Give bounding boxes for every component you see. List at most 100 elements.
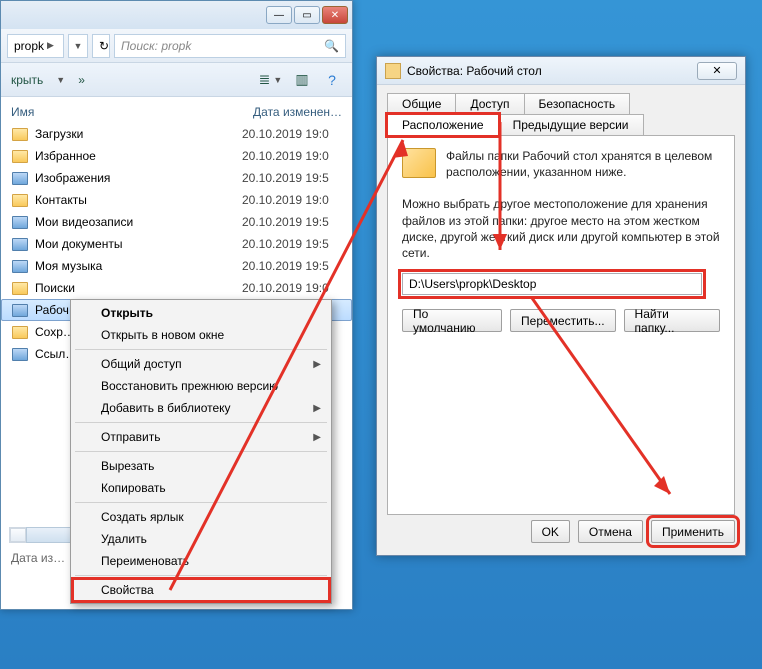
dialog-title: Свойства: Рабочий стол xyxy=(407,64,542,78)
file-date: 20.10.2019 19:5 xyxy=(242,237,342,251)
file-row[interactable]: Поиски20.10.2019 19:0 xyxy=(1,277,352,299)
file-date: 20.10.2019 19:5 xyxy=(242,259,342,273)
close-button[interactable]: ✕ xyxy=(322,6,348,24)
description-block: Файлы папки Рабочий стол хранятся в целе… xyxy=(402,148,720,180)
chevron-right-icon: ▶ xyxy=(313,432,321,443)
menu-separator xyxy=(75,502,327,503)
file-name: Мои видеозаписи xyxy=(35,215,242,229)
file-date: 20.10.2019 19:0 xyxy=(242,193,342,207)
find-target-button[interactable]: Найти папку... xyxy=(624,309,720,332)
menu-send-to[interactable]: Отправить▶ xyxy=(73,426,329,448)
file-row[interactable]: Мои видеозаписи20.10.2019 19:5 xyxy=(1,211,352,233)
chevron-down-icon[interactable]: ▼ xyxy=(56,75,65,85)
chevron-right-icon: ▶ xyxy=(313,359,321,370)
folder-icon xyxy=(11,280,29,296)
cancel-button[interactable]: Отмена xyxy=(578,520,643,543)
folder-icon xyxy=(11,192,29,208)
toolbar-chevrons[interactable]: » xyxy=(78,73,85,87)
folder-icon xyxy=(11,236,29,252)
file-row[interactable]: Мои документы20.10.2019 19:5 xyxy=(1,233,352,255)
apply-button[interactable]: Применить xyxy=(651,520,735,543)
folder-icon xyxy=(11,302,29,318)
dialog-titlebar: Свойства: Рабочий стол ✕ xyxy=(377,57,745,85)
menu-rename[interactable]: Переименовать xyxy=(73,550,329,572)
ok-button[interactable]: OK xyxy=(531,520,570,543)
restore-default-button[interactable]: По умолчанию xyxy=(402,309,502,332)
file-name: Избранное xyxy=(35,149,242,163)
file-date: 20.10.2019 19:0 xyxy=(242,149,342,163)
chevron-right-icon: ▶ xyxy=(313,403,321,414)
file-row[interactable]: Загрузки20.10.2019 19:0 xyxy=(1,123,352,145)
file-name: Контакты xyxy=(35,193,242,207)
file-date: 20.10.2019 19:5 xyxy=(242,171,342,185)
tab-sharing[interactable]: Доступ xyxy=(455,93,524,115)
file-row[interactable]: Изображения20.10.2019 19:5 xyxy=(1,167,352,189)
menu-share[interactable]: Общий доступ▶ xyxy=(73,353,329,375)
column-headers[interactable]: Имя Дата изменен… xyxy=(1,97,352,123)
menu-open[interactable]: Открыть xyxy=(73,302,329,324)
explorer-titlebar: ― ▭ ✕ xyxy=(1,1,352,29)
tab-previous-versions[interactable]: Предыдущие версии xyxy=(498,114,644,136)
menu-separator xyxy=(75,575,327,576)
context-menu: Открыть Открыть в новом окне Общий досту… xyxy=(70,299,332,604)
breadcrumb[interactable]: propk ▶ xyxy=(7,34,64,58)
tab-panel: Файлы папки Рабочий стол хранятся в целе… xyxy=(387,135,735,515)
folder-icon xyxy=(11,324,29,340)
file-name: Изображения xyxy=(35,171,242,185)
help-icon[interactable]: ? xyxy=(322,70,342,90)
file-date: 20.10.2019 19:5 xyxy=(242,215,342,229)
tab-general[interactable]: Общие xyxy=(387,93,456,115)
location-buttons: По умолчанию Переместить... Найти папку.… xyxy=(402,309,720,332)
menu-separator xyxy=(75,349,327,350)
file-name: Поиски xyxy=(35,281,242,295)
tab-security[interactable]: Безопасность xyxy=(524,93,631,115)
column-date[interactable]: Дата изменен… xyxy=(253,105,342,119)
breadcrumb-label: propk xyxy=(14,39,44,53)
search-input[interactable]: Поиск: propk 🔍 xyxy=(114,34,346,58)
menu-add-library[interactable]: Добавить в библиотеку▶ xyxy=(73,397,329,419)
folder-icon xyxy=(402,148,436,178)
view-options-icon[interactable]: ≣ ▼ xyxy=(262,70,282,90)
tab-row-2: Расположение Предыдущие версии xyxy=(387,114,735,135)
file-date: 20.10.2019 19:0 xyxy=(242,281,342,295)
file-row[interactable]: Контакты20.10.2019 19:0 xyxy=(1,189,352,211)
status-text: Дата из… xyxy=(11,551,65,565)
menu-create-shortcut[interactable]: Создать ярлык xyxy=(73,506,329,528)
file-row[interactable]: Моя музыка20.10.2019 19:5 xyxy=(1,255,352,277)
file-row[interactable]: Избранное20.10.2019 19:0 xyxy=(1,145,352,167)
menu-delete[interactable]: Удалить xyxy=(73,528,329,550)
menu-copy[interactable]: Копировать xyxy=(73,477,329,499)
preview-pane-icon[interactable]: ▥ xyxy=(292,70,312,90)
search-icon[interactable]: 🔍 xyxy=(324,39,339,53)
toolbar-open-button[interactable]: крыть xyxy=(11,73,43,87)
folder-icon xyxy=(11,148,29,164)
folder-icon xyxy=(385,63,401,79)
file-date: 20.10.2019 19:0 xyxy=(242,127,342,141)
maximize-button[interactable]: ▭ xyxy=(294,6,320,24)
properties-dialog: Свойства: Рабочий стол ✕ Общие Доступ Бе… xyxy=(376,56,746,556)
chevron-right-icon[interactable]: ▶ xyxy=(47,40,54,51)
menu-separator xyxy=(75,451,327,452)
menu-separator xyxy=(75,422,327,423)
folder-icon xyxy=(11,126,29,142)
column-name[interactable]: Имя xyxy=(11,105,253,119)
dialog-body: Общие Доступ Безопасность Расположение П… xyxy=(377,85,745,555)
tab-row-1: Общие Доступ Безопасность xyxy=(387,93,735,114)
tab-location[interactable]: Расположение xyxy=(387,114,499,136)
dialog-close-button[interactable]: ✕ xyxy=(697,62,737,80)
menu-restore-version[interactable]: Восстановить прежнюю версию xyxy=(73,375,329,397)
explorer-toolbar: крыть ▼ » ≣ ▼ ▥ ? xyxy=(1,63,352,97)
scroll-left-button[interactable] xyxy=(10,528,26,542)
description-text-1: Файлы папки Рабочий стол хранятся в целе… xyxy=(446,148,720,180)
folder-icon xyxy=(11,258,29,274)
breadcrumb-dropdown[interactable]: ▼ xyxy=(68,34,88,58)
move-button[interactable]: Переместить... xyxy=(510,309,616,332)
file-name: Загрузки xyxy=(35,127,242,141)
folder-icon xyxy=(11,170,29,186)
path-input[interactable] xyxy=(402,273,702,295)
minimize-button[interactable]: ― xyxy=(266,6,292,24)
refresh-button[interactable]: ↻ xyxy=(92,34,110,58)
menu-cut[interactable]: Вырезать xyxy=(73,455,329,477)
menu-open-new-window[interactable]: Открыть в новом окне xyxy=(73,324,329,346)
menu-properties[interactable]: Свойства xyxy=(73,579,329,601)
